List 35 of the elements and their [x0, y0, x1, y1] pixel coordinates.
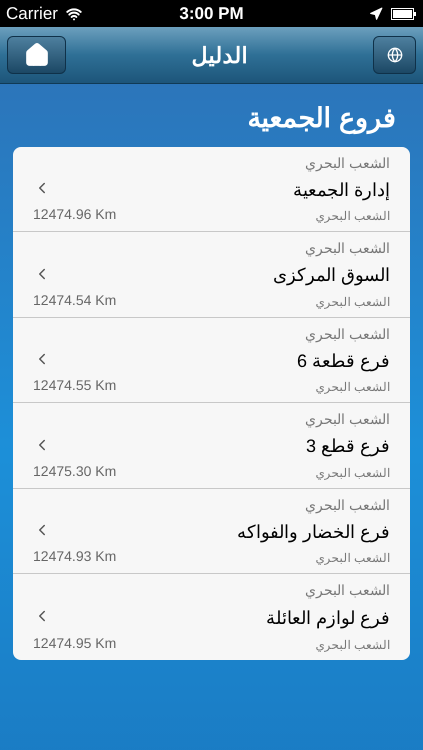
home-button[interactable]	[7, 36, 66, 74]
branch-area: الشعب البحري	[305, 324, 390, 344]
window-title: الدليل	[192, 42, 248, 70]
location-arrow-icon	[369, 6, 383, 20]
globe-button[interactable]	[373, 36, 416, 74]
branch-area: الشعب البحري	[305, 152, 390, 174]
distance: 12474.54 Km	[33, 290, 118, 310]
section-heading: فروع الجمعية	[246, 102, 396, 136]
distance: 12474.96 Km	[33, 205, 118, 224]
branch-subtitle: الشعب البحري	[316, 464, 390, 482]
branch-name: فرع لوازم العائلة	[266, 606, 390, 630]
distance: 12475.30 Km	[33, 462, 118, 480]
carrier-name: Carrier	[6, 2, 58, 25]
branch-area: الشعب البحري	[305, 580, 390, 601]
distance: 12474.55 Km	[33, 376, 118, 395]
branch-name: فرع الخضار والفواكه	[236, 520, 390, 544]
wifi-icon	[66, 6, 82, 22]
branch-name: إدارة الجمعية	[292, 178, 390, 202]
distance: 12474.95 Km	[33, 634, 118, 652]
branch-subtitle: الشعب البحري	[316, 294, 390, 310]
battery-icon	[391, 8, 417, 20]
home-icon	[24, 42, 50, 68]
branch-name: فرع قطع 3	[306, 435, 390, 458]
branch-subtitle: الشعب البحري	[316, 636, 390, 654]
branch-name: فرع قطعة 6	[296, 350, 390, 374]
distance: 12474.93 Km	[33, 547, 118, 566]
branch-area: الشعب البحري	[305, 494, 390, 516]
branch-name: السوق المركزى	[272, 264, 390, 288]
branch-subtitle: الشعب البحري	[316, 208, 390, 225]
branch-subtitle: الشعب البحري	[316, 379, 390, 396]
branch-area: الشعب البحري	[305, 409, 390, 430]
clock: 3:00 PM	[179, 2, 244, 25]
globe-icon	[386, 47, 402, 63]
branch-area: الشعب البحري	[305, 238, 390, 259]
branch-subtitle: الشعب البحري	[316, 550, 390, 567]
